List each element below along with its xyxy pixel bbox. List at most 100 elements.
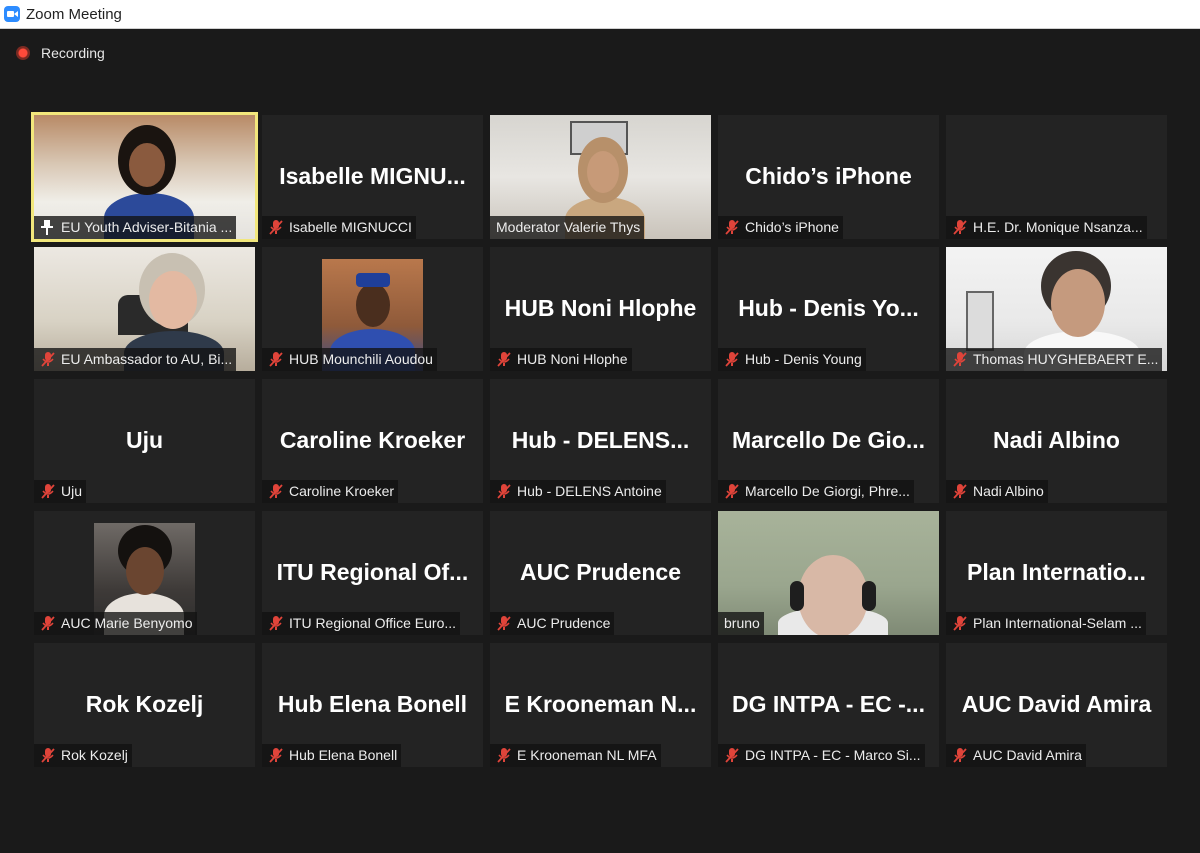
participant-tile[interactable]: Plan Internatio... Plan International-Se… xyxy=(946,511,1167,635)
participant-name-tag: E Krooneman NL MFA xyxy=(490,744,661,767)
participant-display-name: Uju xyxy=(125,427,164,453)
participant-tile[interactable]: bruno xyxy=(718,511,939,635)
participant-tile[interactable]: E Krooneman N... E Krooneman NL MFA xyxy=(490,643,711,767)
muted-mic-icon xyxy=(269,748,283,763)
participant-tile[interactable]: Thomas HUYGHEBAERT E... xyxy=(946,247,1167,371)
participant-tile[interactable]: H.E. Dr. Monique Nsanza... xyxy=(946,115,1167,239)
participant-display-name: Nadi Albino xyxy=(993,427,1120,453)
participant-tile[interactable]: Chido’s iPhone Chido’s iPhone xyxy=(718,115,939,239)
participant-tile[interactable]: HUB Mounchili Aoudou xyxy=(262,247,483,371)
participant-name-tag: Moderator Valerie Thys xyxy=(490,216,645,239)
participant-name: Isabelle MIGNUCCI xyxy=(289,219,412,235)
participant-display-name: HUB Noni Hlophe xyxy=(504,295,697,321)
participant-name: Hub - DELENS Antoine xyxy=(517,483,662,499)
participant-display-name: Hub - Denis Yo... xyxy=(738,295,919,321)
muted-mic-icon xyxy=(725,352,739,367)
participant-display-name: Chido’s iPhone xyxy=(745,163,912,189)
participant-display-name: DG INTPA - EC -... xyxy=(732,691,925,717)
participant-name: Hub - Denis Young xyxy=(745,351,862,367)
participant-name-tag: Plan International-Selam ... xyxy=(946,612,1146,635)
participant-name: Hub Elena Bonell xyxy=(289,747,398,763)
participant-name-tag: Thomas HUYGHEBAERT E... xyxy=(946,348,1163,371)
participant-name-tag: AUC Marie Benyomo xyxy=(34,612,197,635)
participant-tile[interactable]: Hub - DELENS... Hub - DELENS Antoine xyxy=(490,379,711,503)
participant-tile[interactable]: HUB Noni Hlophe HUB Noni Hlophe xyxy=(490,247,711,371)
participant-tile[interactable]: AUC Prudence AUC Prudence xyxy=(490,511,711,635)
participant-name-tag: Hub Elena Bonell xyxy=(262,744,402,767)
participant-tile[interactable]: Hub Elena Bonell Hub Elena Bonell xyxy=(262,643,483,767)
muted-mic-icon xyxy=(953,220,967,235)
muted-mic-icon xyxy=(725,748,739,763)
participant-name-tag: Uju xyxy=(34,480,87,503)
muted-mic-icon xyxy=(497,616,511,631)
window-titlebar: Zoom Meeting xyxy=(0,0,1200,29)
muted-mic-icon xyxy=(269,616,283,631)
participant-tile[interactable]: Moderator Valerie Thys xyxy=(490,115,711,239)
participant-name: bruno xyxy=(724,615,760,631)
participant-name: Thomas HUYGHEBAERT E... xyxy=(973,351,1159,367)
zoom-logo-icon xyxy=(4,6,20,22)
participant-name: EU Ambassador to AU, Bi... xyxy=(61,351,233,367)
muted-mic-icon xyxy=(725,484,739,499)
participant-tile[interactable]: Uju Uju xyxy=(34,379,255,503)
participant-tile[interactable]: EU Youth Adviser-Bitania ... xyxy=(31,112,258,242)
pin-icon xyxy=(41,220,53,235)
participant-name-tag: ITU Regional Office Euro... xyxy=(262,612,461,635)
participant-name-tag: Hub - Denis Young xyxy=(718,348,866,371)
participant-tile[interactable]: Hub - Denis Yo... Hub - Denis Young xyxy=(718,247,939,371)
participant-name-tag: Isabelle MIGNUCCI xyxy=(262,216,416,239)
participant-tile[interactable]: Marcello De Gio... Marcello De Giorgi, P… xyxy=(718,379,939,503)
participant-name: ITU Regional Office Euro... xyxy=(289,615,457,631)
participant-display-name: Isabelle MIGNU... xyxy=(279,163,466,189)
participant-tile[interactable]: Rok Kozelj Rok Kozelj xyxy=(34,643,255,767)
participant-display-name: AUC David Amira xyxy=(961,691,1152,717)
participant-name-tag: Caroline Kroeker xyxy=(262,480,399,503)
participant-display-name: Rok Kozelj xyxy=(85,691,204,717)
participant-name: AUC David Amira xyxy=(973,747,1082,763)
muted-mic-icon xyxy=(41,352,55,367)
participant-tile[interactable]: Isabelle MIGNU... Isabelle MIGNUCCI xyxy=(262,115,483,239)
participant-display-name: AUC Prudence xyxy=(519,559,682,585)
muted-mic-icon xyxy=(497,748,511,763)
muted-mic-icon xyxy=(953,484,967,499)
muted-mic-icon xyxy=(497,352,511,367)
participant-name: HUB Noni Hlophe xyxy=(517,351,628,367)
participant-tile[interactable]: ITU Regional Of... ITU Regional Office E… xyxy=(262,511,483,635)
participant-name-tag: Nadi Albino xyxy=(946,480,1048,503)
participant-name-tag: Rok Kozelj xyxy=(34,744,132,767)
participant-name-tag: Chido’s iPhone xyxy=(718,216,843,239)
participant-tile[interactable]: AUC David Amira AUC David Amira xyxy=(946,643,1167,767)
participant-tile[interactable]: Caroline Kroeker Caroline Kroeker xyxy=(262,379,483,503)
participant-tile[interactable]: Nadi Albino Nadi Albino xyxy=(946,379,1167,503)
participant-name-tag: Marcello De Giorgi, Phre... xyxy=(718,480,914,503)
participant-name: E Krooneman NL MFA xyxy=(517,747,657,763)
participant-name: Uju xyxy=(61,483,83,499)
participant-display-name: E Krooneman N... xyxy=(504,691,697,717)
participant-display-name: Hub Elena Bonell xyxy=(277,691,468,717)
muted-mic-icon xyxy=(953,352,967,367)
participant-name-tag: HUB Noni Hlophe xyxy=(490,348,632,371)
participant-tile[interactable]: AUC Marie Benyomo xyxy=(34,511,255,635)
muted-mic-icon xyxy=(269,484,283,499)
participant-name-tag: bruno xyxy=(718,612,764,635)
participant-name-tag: H.E. Dr. Monique Nsanza... xyxy=(946,216,1147,239)
participant-name: Rok Kozelj xyxy=(61,747,128,763)
participant-name: Marcello De Giorgi, Phre... xyxy=(745,483,910,499)
muted-mic-icon xyxy=(269,220,283,235)
participant-name: HUB Mounchili Aoudou xyxy=(289,351,433,367)
participant-name-tag: DG INTPA - EC - Marco Si... xyxy=(718,744,925,767)
muted-mic-icon xyxy=(41,484,55,499)
participant-name: Caroline Kroeker xyxy=(289,483,395,499)
participant-name: H.E. Dr. Monique Nsanza... xyxy=(973,219,1143,235)
participant-name-tag: AUC Prudence xyxy=(490,612,615,635)
participant-tile[interactable]: DG INTPA - EC -... DG INTPA - EC - Marco… xyxy=(718,643,939,767)
participant-name-tag: EU Ambassador to AU, Bi... xyxy=(34,348,237,371)
participant-tile[interactable]: EU Ambassador to AU, Bi... xyxy=(34,247,255,371)
participant-name: AUC Prudence xyxy=(517,615,611,631)
participant-display-name: Marcello De Gio... xyxy=(732,427,925,453)
participant-name-tag: Hub - DELENS Antoine xyxy=(490,480,666,503)
muted-mic-icon xyxy=(497,484,511,499)
muted-mic-icon xyxy=(269,352,283,367)
muted-mic-icon xyxy=(953,616,967,631)
muted-mic-icon xyxy=(725,220,739,235)
